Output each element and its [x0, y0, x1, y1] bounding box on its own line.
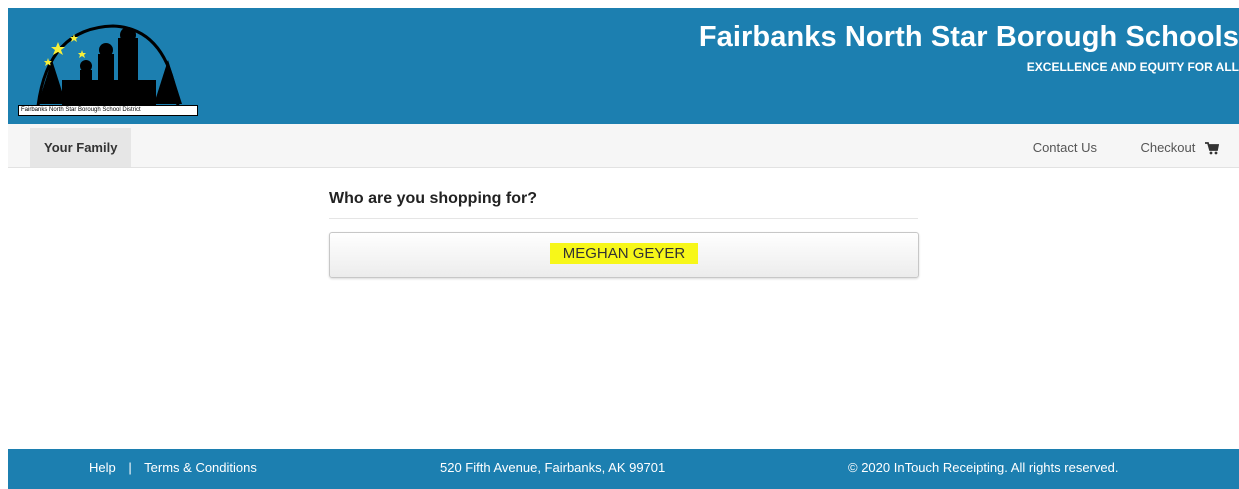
nav-checkout[interactable]: Checkout: [1140, 128, 1219, 167]
footer-address: 520 Fifth Avenue, Fairbanks, AK 99701: [440, 460, 666, 475]
footer-separator: |: [128, 460, 132, 475]
shopping-for-heading: Who are you shopping for?: [329, 190, 918, 219]
student-name: MEGHAN GEYER: [549, 243, 699, 264]
site-title: Fairbanks North Star Borough Schools: [698, 21, 1239, 53]
footer-links: Help | Terms & Conditions: [89, 449, 257, 487]
logo-silhouette-icon: [36, 24, 182, 107]
nav-checkout-label: Checkout: [1140, 140, 1196, 155]
page-frame: Fairbanks North Star Borough School Dist…: [8, 8, 1239, 489]
site-header: Fairbanks North Star Borough School Dist…: [8, 8, 1239, 124]
cart-icon: [1205, 142, 1219, 155]
district-logo[interactable]: Fairbanks North Star Borough School Dist…: [18, 20, 198, 116]
top-navigation: Your Family Contact Us Checkout: [8, 124, 1239, 168]
site-footer: Help | Terms & Conditions 520 Fifth Aven…: [8, 449, 1239, 489]
student-select-button[interactable]: MEGHAN GEYER: [329, 232, 919, 278]
footer-terms-link[interactable]: Terms & Conditions: [144, 460, 257, 475]
footer-help-link[interactable]: Help: [89, 460, 116, 475]
main-content: Who are you shopping for? MEGHAN GEYER: [8, 168, 1239, 449]
nav-contact-us[interactable]: Contact Us: [1033, 128, 1097, 167]
logo-caption: Fairbanks North Star Borough School Dist…: [18, 105, 198, 116]
site-tagline: EXCELLENCE AND EQUITY FOR ALL: [1026, 60, 1239, 74]
footer-copyright: © 2020 InTouch Receipting. All rights re…: [848, 460, 1119, 475]
nav-your-family[interactable]: Your Family: [30, 128, 132, 167]
